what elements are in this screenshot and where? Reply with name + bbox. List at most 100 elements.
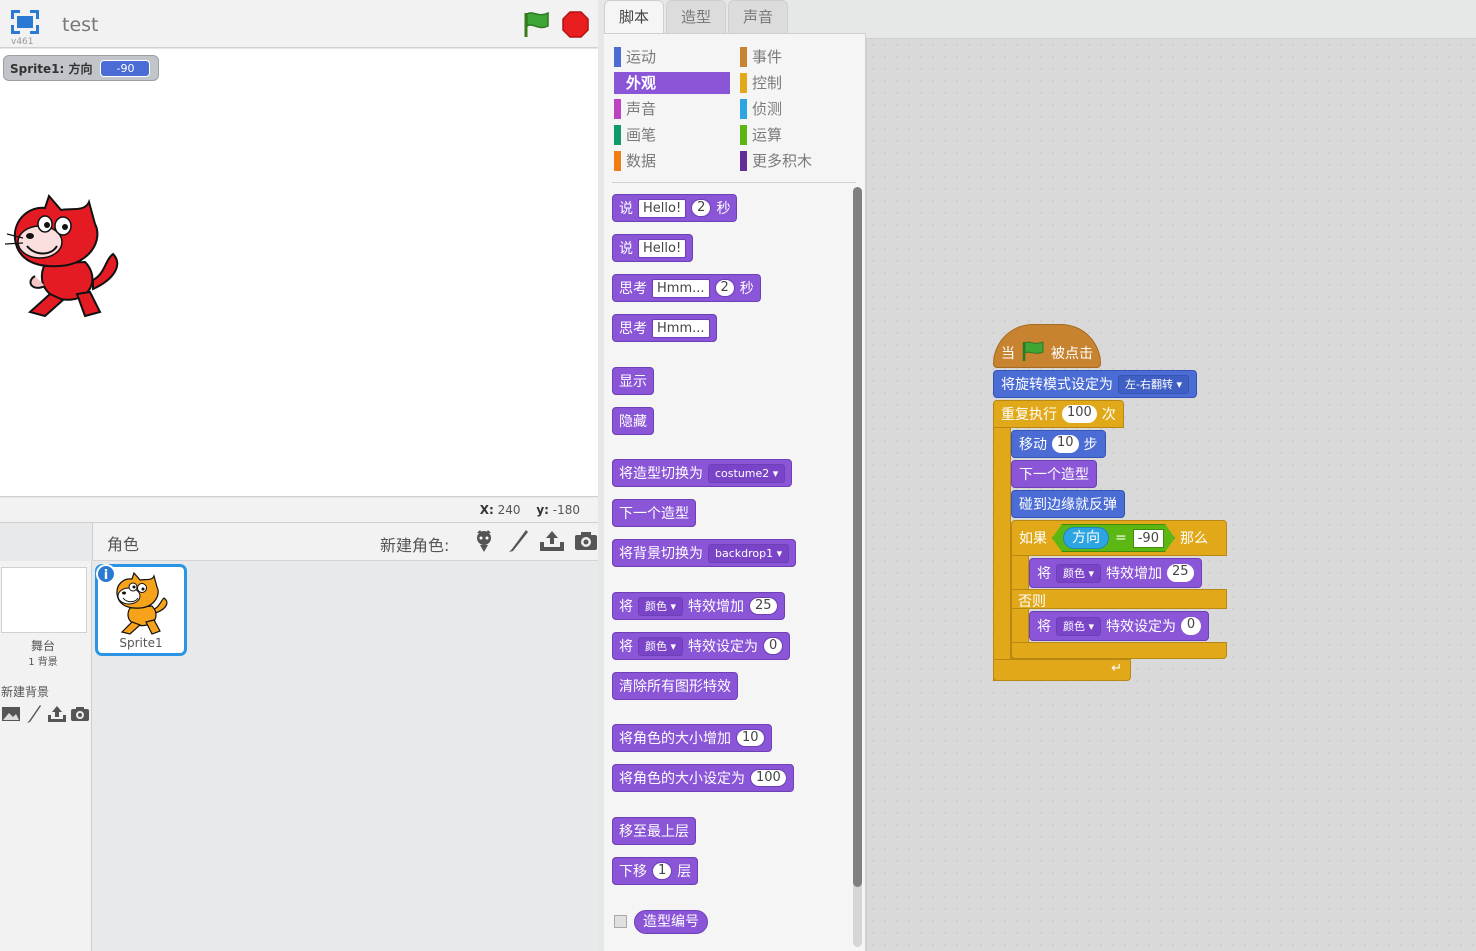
tab-sounds[interactable]: 声音 xyxy=(728,0,789,34)
category-sound[interactable]: 声音 xyxy=(614,98,730,120)
block-number-input[interactable]: 2 xyxy=(691,199,712,217)
block-if-else[interactable]: 如果 方向 = -90 那么 xyxy=(1011,520,1227,556)
block-when-flag-clicked[interactable]: 当 被点击 xyxy=(993,324,1101,368)
rotation-style-dropdown[interactable]: 左-右翻转 xyxy=(1118,374,1190,394)
block-switch-costume[interactable]: 将造型切换为 costume2 xyxy=(612,459,793,487)
category-sensing[interactable]: 侦测 xyxy=(740,98,856,120)
block-text: 隐藏 xyxy=(619,414,647,430)
paint-brush-icon[interactable] xyxy=(23,703,44,725)
tab-costumes[interactable]: 造型 xyxy=(666,0,727,34)
block-number-input[interactable]: 25 xyxy=(749,597,778,615)
block-text-input[interactable]: Hello! xyxy=(638,198,687,218)
costume-dropdown[interactable]: costume2 xyxy=(708,463,786,483)
block-text-input[interactable]: Hmm... xyxy=(652,318,710,338)
block-next-costume[interactable]: 下一个造型 xyxy=(612,499,696,527)
category-operators[interactable]: 运算 xyxy=(740,124,856,146)
sprite-cat-icon[interactable] xyxy=(4,194,125,324)
effect-dropdown[interactable]: 颜色 xyxy=(638,596,684,616)
category-control[interactable]: 控制 xyxy=(740,72,856,94)
block-move-steps[interactable]: 移动 10 步 xyxy=(1011,430,1106,458)
block-set-effect[interactable]: 将 颜色 特效设定为 0 xyxy=(1029,611,1210,641)
sprite-library-icon[interactable] xyxy=(471,528,497,554)
direction-reporter[interactable]: 方向 xyxy=(1063,527,1109,549)
block-show[interactable]: 显示 xyxy=(612,367,654,395)
block-text-input[interactable]: Hello! xyxy=(638,238,687,258)
sprites-label: 角色 xyxy=(107,535,140,554)
category-label: 控制 xyxy=(752,74,783,92)
block-number-input[interactable]: 100 xyxy=(1062,405,1097,423)
category-motion[interactable]: 运动 xyxy=(614,46,730,68)
block-text: 那么 xyxy=(1179,531,1208,547)
block-switch-backdrop[interactable]: 将背景切换为 backdrop1 xyxy=(612,539,797,567)
block-number-input[interactable]: 0 xyxy=(1181,617,1202,635)
block-text: 特效设定为 xyxy=(688,639,759,655)
block-number-input[interactable]: 100 xyxy=(750,769,787,787)
compare-value-input[interactable]: -90 xyxy=(1133,529,1164,548)
block-think[interactable]: 思考 Hmm... xyxy=(612,314,717,342)
block-clear-effects[interactable]: 清除所有图形特效 xyxy=(612,672,738,700)
block-text: 次 xyxy=(1101,407,1116,423)
block-text: 步 xyxy=(1083,437,1098,453)
block-set-size[interactable]: 将角色的大小设定为 100 xyxy=(612,764,794,792)
block-next-costume[interactable]: 下一个造型 xyxy=(1011,460,1097,488)
variable-monitor[interactable]: Sprite1: 方向 -90 xyxy=(3,55,160,81)
camera-sprite-icon[interactable] xyxy=(573,528,599,554)
block-text: 特效设定为 xyxy=(1106,619,1177,635)
block-change-effect[interactable]: 将 颜色 特效增加 25 xyxy=(612,592,785,620)
paint-sprite-icon[interactable] xyxy=(505,528,531,554)
block-text: 层 xyxy=(677,864,692,880)
scripts-area[interactable]: 当 被点击 将旋转模式设定为 左-右翻转 重复执行 100 次 ↵ 移动 10 … xyxy=(866,38,1476,951)
block-repeat[interactable]: 重复执行 100 次 xyxy=(993,400,1124,428)
block-number-input[interactable]: 10 xyxy=(1052,435,1079,453)
block-number-input[interactable]: 25 xyxy=(1167,564,1194,582)
costume-number-checkbox[interactable] xyxy=(614,915,627,928)
repeat-c-arm xyxy=(993,427,1011,681)
tab-scripts[interactable]: 脚本 xyxy=(604,0,665,34)
category-color-bar xyxy=(614,99,621,119)
upload-icon[interactable] xyxy=(46,703,67,725)
new-backdrop-tools xyxy=(0,703,90,725)
block-number-input[interactable]: 0 xyxy=(763,637,784,655)
block-number-input[interactable]: 1 xyxy=(652,862,673,880)
block-change-effect[interactable]: 将 颜色 特效增加 25 xyxy=(1029,558,1202,588)
category-color-bar xyxy=(614,47,621,67)
sprite-card-sprite1[interactable]: i Sprite1 xyxy=(95,564,187,656)
project-title-input[interactable]: test xyxy=(58,12,458,38)
block-hide[interactable]: 隐藏 xyxy=(612,407,654,435)
fullscreen-icon[interactable] xyxy=(8,7,42,37)
else-label: 否则 xyxy=(1018,594,1046,610)
effect-dropdown[interactable]: 颜色 xyxy=(1056,563,1102,583)
category-color-bar xyxy=(614,73,621,93)
block-text: 移至最上层 xyxy=(619,824,689,840)
block-think-for-secs[interactable]: 思考 Hmm... 2 秒 xyxy=(612,274,761,302)
block-set-effect[interactable]: 将 颜色 特效设定为 0 xyxy=(612,632,791,660)
palette-scrollbar[interactable] xyxy=(853,187,862,887)
category-events[interactable]: 事件 xyxy=(740,46,856,68)
category-more-blocks[interactable]: 更多积木 xyxy=(740,150,856,172)
upload-sprite-icon[interactable] xyxy=(539,528,565,554)
block-text-input[interactable]: Hmm... xyxy=(652,278,710,298)
block-if-on-edge-bounce[interactable]: 碰到边缘就反弹 xyxy=(1011,490,1125,518)
block-costume-number[interactable]: 造型编号 xyxy=(634,910,708,934)
equals-operator[interactable]: 方向 = -90 xyxy=(1052,524,1175,552)
stop-icon[interactable] xyxy=(562,11,589,38)
camera-icon[interactable] xyxy=(69,703,90,725)
effect-dropdown[interactable]: 颜色 xyxy=(638,636,684,656)
backdrop-library-icon[interactable] xyxy=(0,703,21,725)
block-number-input[interactable]: 2 xyxy=(714,279,735,297)
stage-canvas[interactable]: Sprite1: 方向 -90 xyxy=(0,49,598,497)
effect-dropdown[interactable]: 颜色 xyxy=(1056,616,1102,636)
backdrop-dropdown[interactable]: backdrop1 xyxy=(708,543,790,563)
block-go-front[interactable]: 移至最上层 xyxy=(612,817,696,845)
stage-thumbnail[interactable] xyxy=(1,567,87,633)
green-flag-icon[interactable] xyxy=(520,9,552,39)
block-change-size[interactable]: 将角色的大小增加 10 xyxy=(612,724,772,752)
category-pen[interactable]: 画笔 xyxy=(614,124,730,146)
block-set-rotation-style[interactable]: 将旋转模式设定为 左-右翻转 xyxy=(993,370,1198,398)
block-number-input[interactable]: 10 xyxy=(736,729,765,747)
block-say[interactable]: 说 Hello! xyxy=(612,234,694,262)
category-looks[interactable]: 外观 xyxy=(614,72,730,94)
category-data[interactable]: 数据 xyxy=(614,150,730,172)
block-say-for-secs[interactable]: 说 Hello! 2 秒 xyxy=(612,194,738,222)
block-go-back-layers[interactable]: 下移 1 层 xyxy=(612,857,699,885)
